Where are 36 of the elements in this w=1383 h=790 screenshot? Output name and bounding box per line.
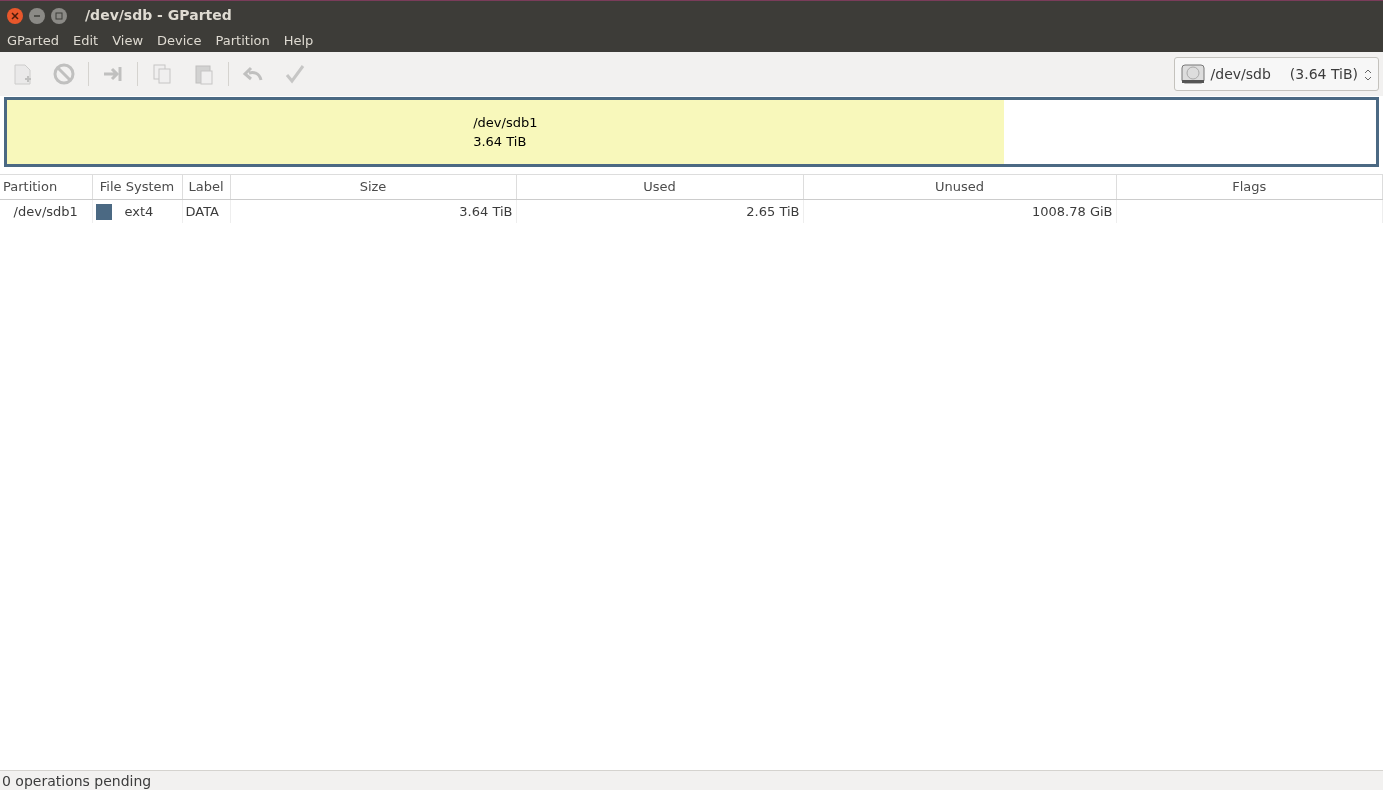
menu-item[interactable]: GParted bbox=[0, 31, 66, 51]
column-header[interactable]: Partition bbox=[0, 174, 92, 199]
table-cell: 1008.78 GiB bbox=[803, 199, 1116, 223]
table-cell: ext4 bbox=[124, 203, 154, 219]
device-name: /dev/sdb bbox=[1210, 64, 1271, 84]
partition-size: 3.64 TiB bbox=[473, 133, 528, 151]
table-cell: DATA bbox=[182, 199, 230, 223]
no-entry-icon bbox=[52, 62, 76, 86]
column-header[interactable]: Unused bbox=[803, 174, 1116, 199]
menu-item[interactable]: Help bbox=[276, 31, 321, 51]
menu-item[interactable]: Edit bbox=[66, 31, 106, 51]
partition-name: /dev/sdb1 bbox=[473, 113, 538, 132]
device-size: (3.64 TiB) bbox=[1289, 64, 1358, 84]
close-button[interactable] bbox=[7, 7, 23, 24]
check-mark-icon bbox=[283, 62, 307, 86]
status-text: 0 operations pending bbox=[0, 770, 1383, 790]
column-header[interactable]: Size bbox=[230, 174, 516, 199]
menu-item[interactable]: Device bbox=[150, 31, 209, 51]
column-header[interactable]: Label bbox=[182, 174, 230, 199]
copy-icon bbox=[150, 62, 174, 86]
close-icon bbox=[11, 12, 19, 20]
menu-item[interactable]: Partition bbox=[208, 31, 277, 51]
table-cell: 3.64 TiB bbox=[230, 199, 516, 223]
minimize-icon bbox=[33, 12, 41, 20]
menu-item[interactable]: View bbox=[105, 31, 151, 51]
clipboard-icon bbox=[192, 62, 216, 86]
column-header[interactable]: File System bbox=[92, 174, 182, 199]
table-cell: 2.65 TiB bbox=[516, 199, 803, 223]
device-selector[interactable]: /dev/sdb (3.64 TiB) bbox=[1173, 57, 1379, 91]
minimize-button[interactable] bbox=[29, 7, 45, 24]
window-title: /dev/sdb - GParted bbox=[85, 6, 232, 25]
column-header[interactable]: Flags bbox=[1116, 174, 1383, 199]
table-cell: /dev/sdb1 bbox=[0, 199, 92, 223]
column-header[interactable]: Used bbox=[516, 174, 803, 199]
maximize-button[interactable] bbox=[51, 7, 67, 24]
maximize-icon bbox=[55, 12, 63, 20]
